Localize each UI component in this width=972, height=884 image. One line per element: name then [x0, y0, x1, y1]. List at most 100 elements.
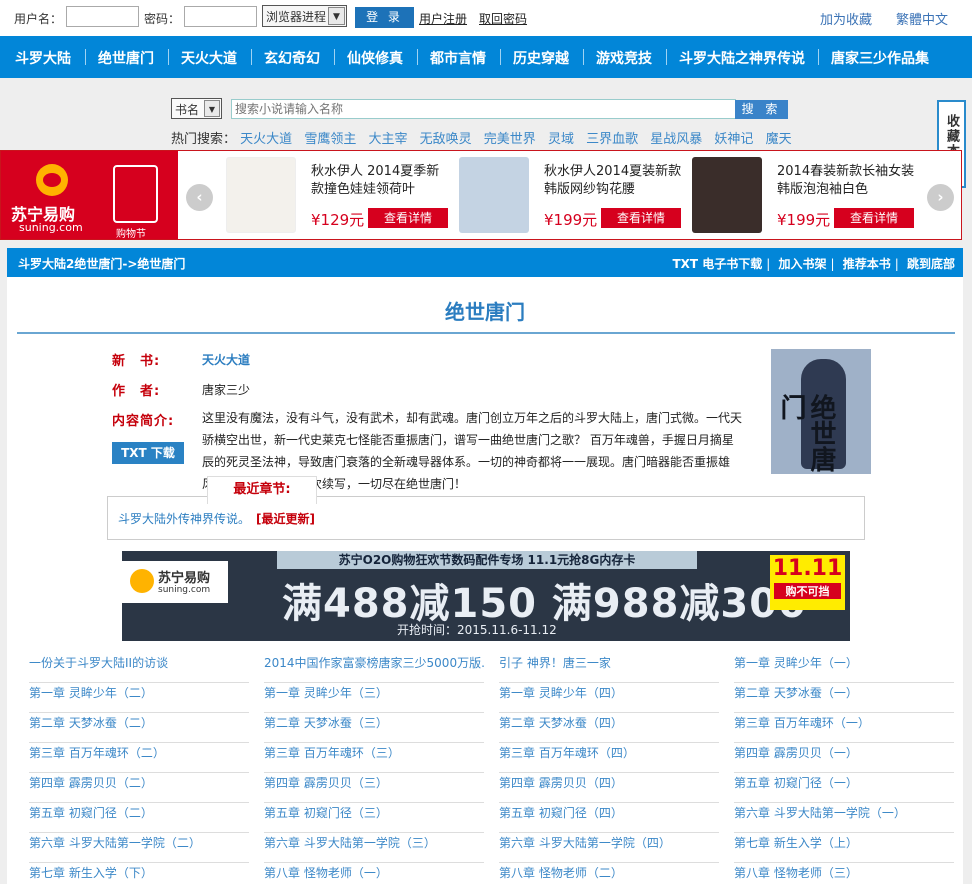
recommend-book-link[interactable]: 推荐本书	[843, 257, 891, 271]
hot-search-item[interactable]: 无敌唤灵	[420, 132, 472, 147]
hot-search-item[interactable]: 三界血歌	[586, 132, 638, 147]
main-nav: 斗罗大陆 绝世唐门 天火大道 玄幻奇幻 仙侠修真 都市言情 历史穿越 游戏竞技 …	[0, 36, 972, 78]
hot-search-item[interactable]: 魔天	[766, 132, 792, 147]
ad-product[interactable]: 2014春装新款长袖女装韩版泡泡袖白色 ¥199元 查看详情	[687, 151, 917, 239]
chapter-link[interactable]: 第五章 初窥门径（四）	[499, 803, 719, 833]
product-title: 2014春装新款长袖女装韩版泡泡袖白色	[777, 164, 915, 197]
author-value: 唐家三少	[202, 383, 251, 397]
browser-session-select[interactable]: 浏览器进程 ▼	[262, 5, 347, 27]
chapter-link[interactable]: 第八章 怪物老师（三）	[734, 863, 954, 884]
breadcrumb-bar: 斗罗大陆2绝世唐门->绝世唐门 TXT 电子书下载 | 加入书架 | 推荐本书 | 跳…	[7, 248, 963, 277]
product-detail-button[interactable]: 查看详情	[834, 208, 914, 228]
ad-strip[interactable]: 苏宁易购 suning.com 购物节 ‹ 秋水伊人 2014夏季新款撞色娃娃领…	[0, 150, 962, 240]
new-book-link[interactable]: 天火大道	[202, 351, 250, 368]
chapter-link[interactable]: 一份关于斗罗大陆II的访谈	[29, 653, 249, 683]
hot-search-item[interactable]: 天火大道	[240, 132, 292, 147]
chapter-link[interactable]: 第四章 霹雳贝贝（三）	[264, 773, 484, 803]
hot-search-item[interactable]: 完美世界	[484, 132, 536, 147]
chapter-link[interactable]: 第一章 灵眸少年（一）	[734, 653, 954, 683]
chapter-link[interactable]: 第六章 斗罗大陆第一学院（一）	[734, 803, 954, 833]
nav-item[interactable]: 斗罗大陆	[15, 48, 71, 68]
nav-item[interactable]: 唐家三少作品集	[831, 48, 929, 68]
add-favorite-link[interactable]: 加为收藏	[820, 9, 872, 28]
product-price: ¥199元	[544, 211, 598, 229]
chapter-link[interactable]: 引子 神界！唐三一家	[499, 653, 719, 683]
hot-search-item[interactable]: 雪鹰领主	[304, 132, 356, 147]
nav-item[interactable]: 斗罗大陆之神界传说	[679, 48, 805, 68]
chapter-link[interactable]: 第六章 斗罗大陆第一学院（三）	[264, 833, 484, 863]
chapter-link[interactable]: 第六章 斗罗大陆第一学院（四）	[499, 833, 719, 863]
recover-password-link[interactable]: 取回密码	[479, 10, 527, 27]
intro-label: 内容简介:	[112, 414, 175, 429]
register-link[interactable]: 用户注册	[419, 10, 467, 27]
banner-tag: 11.11 购不可挡	[770, 555, 845, 610]
nav-item[interactable]: 玄幻奇幻	[264, 48, 320, 68]
password-input[interactable]	[184, 6, 257, 27]
hot-search-label: 热门搜索：	[171, 132, 237, 147]
banner-brand-domain: suning.com	[158, 585, 211, 595]
search-input[interactable]	[231, 99, 736, 119]
add-bookshelf-link[interactable]: 加入书架	[778, 257, 826, 271]
txt-download-link[interactable]: TXT 电子书下载	[672, 257, 762, 271]
chapter-link[interactable]: 第二章 天梦冰蚕（四）	[499, 713, 719, 743]
chapter-link[interactable]: 第三章 百万年魂环（四）	[499, 743, 719, 773]
chapter-link[interactable]: 第七章 新生入学（上）	[734, 833, 954, 863]
chapter-link[interactable]: 2014中国作家富豪榜唐家三少5000万版...	[264, 653, 484, 683]
chapter-link[interactable]: 第二章 天梦冰蚕（一）	[734, 683, 954, 713]
chapter-link[interactable]: 第七章 新生入学（下）	[29, 863, 249, 884]
chevron-down-icon: ▼	[328, 7, 345, 25]
username-input[interactable]	[66, 6, 139, 27]
chapter-link[interactable]: 第二章 天梦冰蚕（二）	[29, 713, 249, 743]
product-image	[459, 157, 529, 233]
nav-item[interactable]: 仙侠修真	[347, 48, 403, 68]
chapter-link[interactable]: 第四章 霹雳贝贝（二）	[29, 773, 249, 803]
ad-product[interactable]: 秋水伊人 2014夏季新款撞色娃娃领荷叶 ¥129元 查看详情	[221, 151, 451, 239]
promo-banner[interactable]: 苏宁O2O购物狂欢节数码配件专场 11.1元抢8G内存卡 苏宁易购 suning…	[122, 551, 850, 641]
chapter-link[interactable]: 第二章 天梦冰蚕（三）	[264, 713, 484, 743]
nav-item[interactable]: 历史穿越	[513, 48, 569, 68]
chapter-link[interactable]: 第三章 百万年魂环（二）	[29, 743, 249, 773]
latest-chapter: 斗罗大陆外传神界传说。 [最近更新]	[118, 510, 315, 527]
chapter-link[interactable]: 第三章 百万年魂环（一）	[734, 713, 954, 743]
chapter-link[interactable]: 第四章 霹雳贝贝（四）	[499, 773, 719, 803]
chapter-link[interactable]: 第四章 霹雳贝贝（一）	[734, 743, 954, 773]
chapter-link[interactable]: 第五章 初窥门径（三）	[264, 803, 484, 833]
login-button[interactable]: 登 录	[355, 7, 414, 28]
chapter-link[interactable]: 第八章 怪物老师（二）	[499, 863, 719, 884]
login-bar: 用户名： 密码： 浏览器进程 ▼ 登 录 用户注册 取回密码 加为收藏 繁體中文	[0, 0, 972, 34]
chapter-link[interactable]: 第五章 初窥门径（一）	[734, 773, 954, 803]
chapter-link[interactable]: 第一章 灵眸少年（二）	[29, 683, 249, 713]
search-category-select[interactable]: 书名 ▼	[171, 98, 222, 119]
ad-prev-button[interactable]: ‹	[186, 184, 213, 211]
chapter-link[interactable]: 第六章 斗罗大陆第一学院（二）	[29, 833, 249, 863]
author-label: 作 者:	[112, 384, 161, 399]
product-detail-button[interactable]: 查看详情	[368, 208, 448, 228]
latest-chapter-tab: 最近章节:	[207, 476, 317, 504]
chapter-link[interactable]: 第一章 灵眸少年（四）	[499, 683, 719, 713]
breadcrumb[interactable]: 斗罗大陆2绝世唐门->绝世唐门	[18, 255, 185, 272]
nav-item[interactable]: 天火大道	[181, 48, 237, 68]
ad-product[interactable]: 秋水伊人2014夏装新款韩版网纱钩花腰 ¥199元 查看详情	[454, 151, 684, 239]
latest-chapter-link[interactable]: 斗罗大陆外传神界传说。	[118, 512, 250, 526]
hot-search-item[interactable]: 灵域	[548, 132, 574, 147]
chapter-link[interactable]: 第三章 百万年魂环（三）	[264, 743, 484, 773]
product-detail-button[interactable]: 查看详情	[601, 208, 681, 228]
banner-tag-number: 11.11	[772, 556, 843, 581]
nav-divider	[168, 49, 169, 65]
ad-next-button[interactable]: ›	[927, 184, 954, 211]
nav-item[interactable]: 都市言情	[430, 48, 486, 68]
chapter-link[interactable]: 第一章 灵眸少年（三）	[264, 683, 484, 713]
hot-search-item[interactable]: 大主宰	[368, 132, 407, 147]
txt-download-button[interactable]: TXT 下载	[112, 442, 184, 464]
chapter-link[interactable]: 第八章 怪物老师（一）	[264, 863, 484, 884]
traditional-chinese-link[interactable]: 繁體中文	[896, 9, 948, 28]
search-button[interactable]: 搜 索	[735, 100, 788, 119]
chevron-down-icon: ▼	[204, 100, 220, 117]
nav-item[interactable]: 绝世唐门	[98, 48, 154, 68]
nav-item[interactable]: 游戏竞技	[596, 48, 652, 68]
ad-brand-domain: suning.com	[19, 221, 83, 234]
chapter-link[interactable]: 第五章 初窥门径（二）	[29, 803, 249, 833]
hot-search-item[interactable]: 妖神记	[714, 132, 753, 147]
jump-bottom-link[interactable]: 跳到底部	[907, 257, 955, 271]
hot-search-item[interactable]: 星战风暴	[650, 132, 702, 147]
